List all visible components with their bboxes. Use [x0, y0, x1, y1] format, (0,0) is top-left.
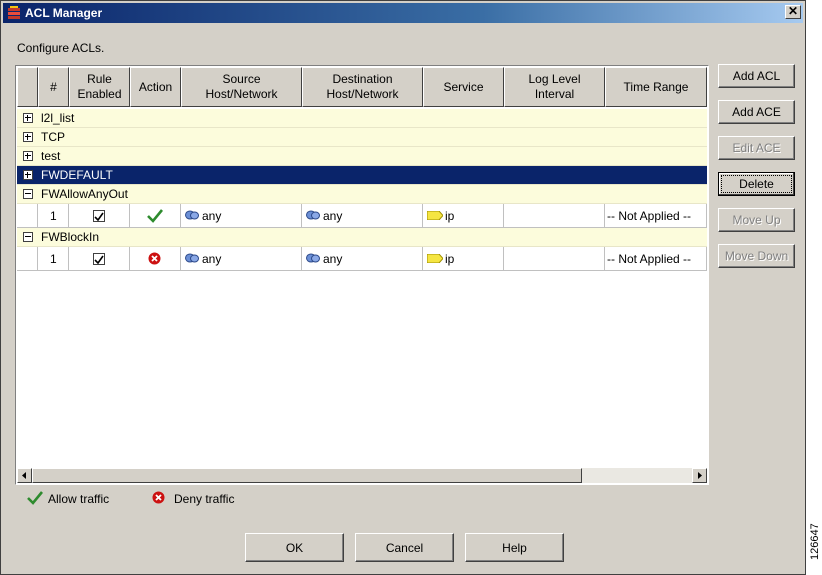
acl-group-row-selected[interactable]: FWDEFAULT [17, 166, 707, 185]
rule-indent-cell [17, 204, 38, 228]
scroll-right-button[interactable] [692, 468, 707, 483]
network-object-icon [185, 253, 199, 263]
legend-deny-label: Deny traffic [174, 492, 235, 506]
column-header-destination[interactable]: Destination Host/Network [302, 67, 423, 107]
network-object-icon [185, 210, 199, 220]
rule-service-cell: ip [423, 247, 504, 271]
delete-button[interactable]: Delete [718, 172, 795, 196]
deny-x-icon [152, 491, 165, 504]
table-header: # Rule Enabled Action Source Host/Networ… [17, 67, 707, 107]
expand-icon[interactable] [23, 151, 33, 161]
allow-check-icon [27, 491, 43, 505]
acl-group-name: TCP [41, 130, 65, 144]
close-button[interactable]: ✕ [785, 5, 801, 19]
edit-ace-button[interactable]: Edit ACE [718, 136, 795, 160]
rule-time-range-cell: -- Not Applied -- [605, 204, 707, 228]
acl-group-name: test [41, 149, 61, 163]
expand-icon[interactable] [23, 170, 33, 180]
acl-group-row[interactable]: test [17, 147, 707, 166]
scroll-left-button[interactable] [17, 468, 32, 483]
add-ace-button[interactable]: Add ACE [718, 100, 795, 124]
rule-time-range-cell: -- Not Applied -- [605, 247, 707, 271]
acl-group-name: FWDEFAULT [41, 168, 113, 182]
network-object-icon [306, 253, 320, 263]
arrow-right-icon [698, 472, 702, 479]
cancel-button[interactable]: Cancel [355, 533, 454, 562]
acl-group-row[interactable]: l2l_list [17, 109, 707, 128]
help-button[interactable]: Help [465, 533, 564, 562]
ok-button[interactable]: OK [245, 533, 344, 562]
rule-destination-cell: any [302, 204, 423, 228]
ace-rule-row[interactable]: 1 any any ip -- Not Applied -- [17, 247, 707, 271]
rule-destination-cell: any [302, 247, 423, 271]
rule-action-cell [130, 247, 181, 271]
add-acl-button[interactable]: Add ACL [718, 64, 795, 88]
acl-group-row[interactable]: TCP [17, 128, 707, 147]
column-header-number[interactable]: # [38, 67, 69, 107]
acl-group-row[interactable]: FWBlockIn [17, 228, 707, 247]
instructions-label: Configure ACLs. [17, 41, 105, 55]
checkmark-icon [94, 212, 104, 222]
rule-service-cell: ip [423, 204, 504, 228]
rule-log-level-cell [504, 247, 605, 271]
figure-id-label: 126647 [809, 523, 821, 560]
checkmark-icon [94, 255, 104, 265]
column-header-service[interactable]: Service [423, 67, 504, 107]
acl-manager-window: ACL Manager ✕ Configure ACLs. # Rule Ena… [0, 0, 806, 575]
title-bar[interactable]: ACL Manager ✕ [3, 3, 803, 23]
rule-source-cell: any [181, 204, 302, 228]
column-header-action[interactable]: Action [130, 67, 181, 107]
arrow-left-icon [22, 472, 26, 479]
horizontal-scrollbar[interactable] [17, 468, 707, 483]
column-header-time-range[interactable]: Time Range [605, 67, 707, 107]
rule-source-cell: any [181, 247, 302, 271]
rule-number-cell: 1 [38, 247, 69, 271]
rule-indent-cell [17, 247, 38, 271]
rule-log-level-cell [504, 204, 605, 228]
acl-table[interactable]: # Rule Enabled Action Source Host/Networ… [15, 65, 709, 485]
window-title: ACL Manager [25, 6, 103, 20]
ip-service-icon [427, 254, 443, 263]
scroll-thumb[interactable] [32, 468, 582, 483]
ip-service-icon [427, 211, 443, 220]
ace-rule-row[interactable]: 1 any any ip -- Not Applied -- [17, 204, 707, 228]
move-up-button[interactable]: Move Up [718, 208, 795, 232]
acl-group-name: FWAllowAnyOut [41, 187, 128, 201]
acl-group-name: FWBlockIn [41, 230, 100, 244]
collapse-icon[interactable] [23, 189, 33, 199]
rule-enabled-cell [69, 247, 130, 271]
rule-enabled-checkbox[interactable] [93, 210, 105, 222]
network-object-icon [306, 210, 320, 220]
column-header-log-level[interactable]: Log Level Interval [504, 67, 605, 107]
acl-group-name: l2l_list [41, 111, 75, 125]
rule-enabled-cell [69, 204, 130, 228]
move-down-button[interactable]: Move Down [718, 244, 795, 268]
acl-manager-app-icon [8, 6, 20, 19]
close-icon: ✕ [787, 4, 799, 18]
column-header-expand[interactable] [17, 67, 38, 107]
deny-x-icon [148, 252, 161, 265]
acl-group-row[interactable]: FWAllowAnyOut [17, 185, 707, 204]
legend-allow-label: Allow traffic [48, 492, 110, 506]
allow-check-icon [147, 209, 163, 223]
column-header-rule-enabled[interactable]: Rule Enabled [69, 67, 130, 107]
rule-number-cell: 1 [38, 204, 69, 228]
rule-enabled-checkbox[interactable] [93, 253, 105, 265]
expand-icon[interactable] [23, 132, 33, 142]
collapse-icon[interactable] [23, 232, 33, 242]
column-header-source[interactable]: Source Host/Network [181, 67, 302, 107]
rule-action-cell [130, 204, 181, 228]
expand-icon[interactable] [23, 113, 33, 123]
